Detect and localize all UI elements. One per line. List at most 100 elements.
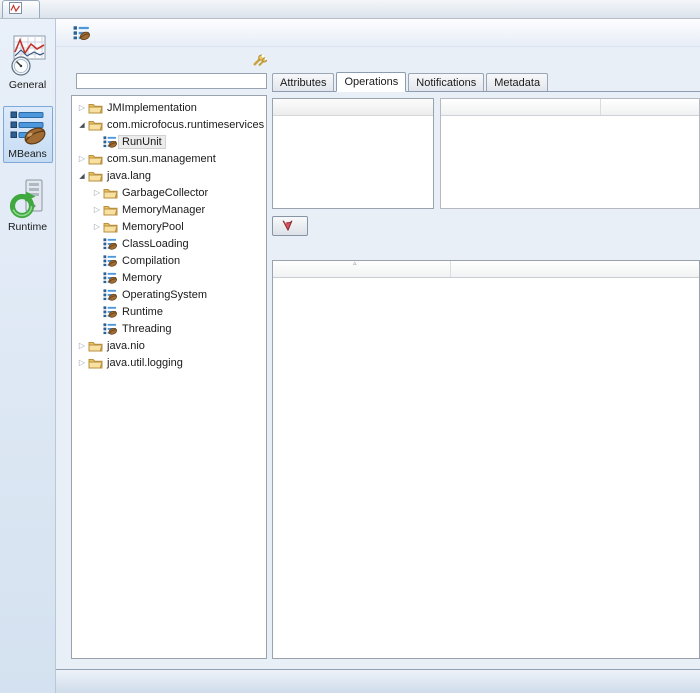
tree-node[interactable]: MemoryManager: [72, 201, 266, 218]
feature-tabs: Attributes Operations Notifications: [272, 72, 700, 92]
tree-node-label: Runtime: [119, 306, 166, 318]
operations-tab-content: ▵: [272, 98, 700, 659]
tree-node[interactable]: Threading: [72, 320, 266, 337]
tree-node-label: java.nio: [104, 340, 148, 352]
mbean-icon: [103, 135, 117, 148]
tree-node[interactable]: MemoryPool: [72, 218, 266, 235]
result-value-header[interactable]: [451, 261, 699, 277]
sidebar-item-label: MBeans: [8, 148, 47, 160]
sidebar-item[interactable]: General: [3, 31, 53, 94]
feature-tab[interactable]: Metadata: [486, 73, 548, 91]
sort-ascending-icon: ▵: [353, 260, 357, 267]
tree-node-label: MemoryPool: [119, 221, 187, 233]
feature-tab[interactable]: Notifications: [408, 73, 484, 91]
tree-node[interactable]: com.microfocus.runtimeservices: [72, 116, 266, 133]
expander-icon[interactable]: [76, 171, 88, 180]
bottom-tab-bar: [56, 669, 700, 693]
tree-node[interactable]: Memory: [72, 269, 266, 286]
filter-row: [71, 72, 267, 89]
expander-icon[interactable]: [91, 188, 103, 197]
main-content: JMImplementation: [56, 19, 700, 693]
mbean-icon: [103, 322, 117, 335]
general-chart-gauge-icon: [9, 35, 47, 77]
feature-tab-label: Operations: [344, 76, 398, 88]
folder-icon: [88, 119, 103, 131]
result-name-header[interactable]: ▵: [273, 261, 451, 277]
editor-tab-userununit[interactable]: [2, 0, 40, 18]
tree-node-label: ClassLoading: [119, 238, 192, 250]
param-value-header: [601, 99, 699, 115]
folder-icon: [103, 204, 118, 216]
expander-icon[interactable]: [76, 154, 88, 163]
mbean-icon: [103, 254, 117, 267]
execute-button[interactable]: [272, 216, 308, 236]
wrench-icon[interactable]: [252, 54, 267, 67]
feature-tab-label: Notifications: [416, 77, 476, 89]
folder-icon: [88, 357, 103, 369]
tree-node[interactable]: OperatingSystem: [72, 286, 266, 303]
feature-tab[interactable]: Operations: [336, 72, 406, 92]
folder-icon: [88, 340, 103, 352]
expander-icon[interactable]: [76, 120, 88, 129]
panels-area: JMImplementation: [56, 47, 700, 669]
param-name-header: [441, 99, 601, 115]
folder-icon: [88, 170, 103, 182]
mbean-tree-header: [71, 53, 267, 68]
tree-node-label: java.lang: [104, 170, 154, 182]
sidebar-item[interactable]: MBeans: [3, 106, 53, 163]
mbean-tree: JMImplementation: [71, 95, 267, 659]
filter-input[interactable]: [76, 73, 267, 89]
expander-icon[interactable]: [76, 103, 88, 112]
tree-node-label: java.util.logging: [104, 357, 186, 369]
tree-node[interactable]: RunUnit: [72, 133, 266, 150]
tree-node[interactable]: java.util.logging: [72, 354, 266, 371]
mbean-features-header: [272, 53, 700, 68]
tree-node-label: Threading: [119, 323, 175, 335]
form-title-bar: [56, 19, 700, 47]
sidebar-item-label: General: [9, 79, 46, 91]
parameters-table: [440, 98, 700, 209]
runtime-refresh-server-icon: [9, 179, 47, 219]
execute-row: [272, 215, 700, 236]
tree-node-label: OperatingSystem: [119, 289, 210, 301]
editor-tab-bar: [0, 0, 700, 19]
mbean-tree-panel: JMImplementation: [71, 53, 267, 659]
result-tabs: [272, 243, 700, 260]
tree-node[interactable]: Runtime: [72, 303, 266, 320]
application-window: General: [0, 0, 700, 693]
tree-node-label: RunUnit: [119, 136, 165, 148]
folder-icon: [103, 187, 118, 199]
mbean-icon: [103, 237, 117, 250]
tree-node-label: com.microfocus.runtimeservices: [104, 119, 267, 131]
tree-node-label: MemoryManager: [119, 204, 208, 216]
mbean-features-panel: Attributes Operations Notifications: [272, 53, 700, 659]
folder-icon: [103, 221, 118, 233]
tree-node[interactable]: Compilation: [72, 252, 266, 269]
expander-icon[interactable]: [91, 205, 103, 214]
mbean-browser-icon: [73, 25, 90, 40]
tree-node-label: Memory: [119, 272, 165, 284]
folder-icon: [88, 102, 103, 114]
tree-node-label: com.sun.management: [104, 153, 219, 165]
sidebar-item[interactable]: Runtime: [3, 175, 53, 236]
sidebar-item-label: Runtime: [8, 221, 47, 233]
expander-icon[interactable]: [91, 222, 103, 231]
expander-icon[interactable]: [76, 341, 88, 350]
expander-icon[interactable]: [76, 358, 88, 367]
tree-node[interactable]: com.sun.management: [72, 150, 266, 167]
chart-tab-icon: [9, 2, 22, 17]
tree-node[interactable]: ClassLoading: [72, 235, 266, 252]
tree-node[interactable]: GarbageCollector: [72, 184, 266, 201]
mbean-icon: [103, 288, 117, 301]
tree-node[interactable]: java.nio: [72, 337, 266, 354]
tree-node-label: Compilation: [119, 255, 183, 267]
feature-tab-label: Metadata: [494, 77, 540, 89]
feature-tab-label: Attributes: [280, 77, 326, 89]
tree-node[interactable]: JMImplementation: [72, 99, 266, 116]
operation-icon: [282, 220, 293, 231]
parameters-table-header: [441, 99, 699, 116]
result-table: ▵: [272, 260, 700, 659]
mbean-icon: [103, 305, 117, 318]
feature-tab[interactable]: Attributes: [272, 73, 334, 91]
tree-node[interactable]: java.lang: [72, 167, 266, 184]
